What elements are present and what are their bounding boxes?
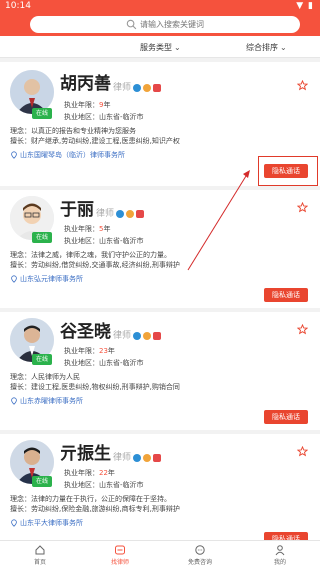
lawyer-idea: 理念：以真正的报告和专业精神为您服务 <box>10 127 136 135</box>
practice-years: 执业年限：23年 <box>64 347 115 355</box>
chevron-down-icon: ⌄ <box>174 43 181 52</box>
practice-years: 执业年限：9年 <box>64 101 111 109</box>
star-icon[interactable] <box>297 202 308 213</box>
location-pin-icon <box>11 151 17 159</box>
sort-filter[interactable]: 综合排序 ⌄ <box>246 42 287 53</box>
private-call-button[interactable]: 隐私通话 <box>264 410 308 424</box>
practice-years: 执业年限：22年 <box>64 469 115 477</box>
private-call-button[interactable]: 隐私通话 <box>264 532 308 540</box>
practice-region: 执业地区：山东省-临沂市 <box>64 481 144 489</box>
medal-icon <box>143 332 152 340</box>
verified-icon <box>133 454 142 462</box>
tab-home[interactable]: 首页 <box>0 541 80 568</box>
tab-mine[interactable]: 我的 <box>240 541 320 568</box>
lawyer-card[interactable]: 在线 于丽 律师 执业年限：5年 执业地区：山东省-临沂市 理念：法律之威，律师… <box>0 190 320 308</box>
honor-icon <box>153 332 162 340</box>
chat-icon <box>195 545 205 555</box>
practice-years: 执业年限：5年 <box>64 225 111 233</box>
online-badge: 在线 <box>32 108 52 119</box>
user-icon <box>275 545 285 556</box>
lawyer-idea: 理念：法律的力量在于执行，公正的保障在于坚持。 <box>10 495 171 503</box>
lawyer-expertise: 擅长：劳动纠纷,借贷纠纷,交通事故,经济纠纷,刑事辩护 <box>10 261 180 269</box>
firm-link[interactable]: 山东国曜琴岛（临沂）律师事务所 <box>10 150 125 160</box>
highlight-box <box>258 156 318 186</box>
online-badge: 在线 <box>32 232 52 243</box>
bottom-tab-bar: 首页 找律师 免费咨询 我的 <box>0 540 320 568</box>
location-pin-icon <box>11 397 17 405</box>
status-icons: ▼ ▮ <box>296 1 314 11</box>
lawyer-expertise: 擅长：劳动纠纷,保险金融,旅游纠纷,商标专利,刑事辩护 <box>10 505 180 513</box>
filter-bar: 服务类型 ⌄ 综合排序 ⌄ <box>0 36 320 58</box>
location-pin-icon <box>11 519 17 527</box>
star-icon[interactable] <box>297 446 308 457</box>
lawyer-name: 谷圣晓 <box>60 322 111 342</box>
name-row: 胡丙善 律师 <box>60 74 162 94</box>
lawyer-name: 于丽 <box>60 200 94 220</box>
lawyer-title: 律师 <box>113 83 132 93</box>
firm-link[interactable]: 山东弘元律师事务所 <box>10 274 83 284</box>
private-call-button[interactable]: 隐私通话 <box>264 288 308 302</box>
home-icon <box>35 545 45 555</box>
practice-region: 执业地区：山东省-临沂市 <box>64 237 144 245</box>
service-type-label: 服务类型 <box>140 43 172 52</box>
lawyer-list: 在线 胡丙善 律师 执业年限：9年 执业地区：山东省-临沂市 理念：以真正的报告… <box>0 58 320 540</box>
lawyer-idea: 理念：人民律师为人民 <box>10 373 80 381</box>
location-pin-icon <box>11 275 17 283</box>
lawyer-card[interactable]: 在线 亓振生 律师 执业年限：22年 执业地区：山东省-临沂市 理念：法律的力量… <box>0 434 320 540</box>
lawyer-idea: 理念：法律之威，律师之魂，我们守护公正的力量。 <box>10 251 171 259</box>
medal-icon <box>143 454 152 462</box>
star-icon[interactable] <box>297 324 308 335</box>
online-badge: 在线 <box>32 476 52 487</box>
header <box>0 14 320 36</box>
firm-link[interactable]: 山东赤曜律师事务所 <box>10 396 83 406</box>
name-row: 亓振生 律师 <box>60 444 162 464</box>
verified-icon <box>133 84 142 92</box>
lawyer-icon <box>115 545 125 555</box>
name-row: 于丽 律师 <box>60 200 145 220</box>
lawyer-title: 律师 <box>113 453 132 463</box>
status-bar: 10:14 ▼ ▮ <box>0 0 320 14</box>
sort-label: 综合排序 <box>246 43 278 52</box>
honor-icon <box>136 210 145 218</box>
tab-find-lawyer[interactable]: 找律师 <box>80 541 160 568</box>
lawyer-title: 律师 <box>96 209 115 219</box>
search-box[interactable] <box>30 16 300 33</box>
practice-region: 执业地区：山东省-临沂市 <box>64 113 144 121</box>
search-icon <box>126 19 137 30</box>
honor-icon <box>153 84 162 92</box>
lawyer-name: 胡丙善 <box>60 74 111 94</box>
service-type-filter[interactable]: 服务类型 ⌄ <box>140 42 181 53</box>
honor-icon <box>153 454 162 462</box>
firm-link[interactable]: 山东平大律师事务所 <box>10 518 83 528</box>
medal-icon <box>126 210 135 218</box>
search-input[interactable] <box>140 17 290 32</box>
online-badge: 在线 <box>32 354 52 365</box>
verified-icon <box>116 210 125 218</box>
tab-free-consult[interactable]: 免费咨询 <box>160 541 240 568</box>
name-row: 谷圣晓 律师 <box>60 322 162 342</box>
lawyer-card[interactable]: 在线 胡丙善 律师 执业年限：9年 执业地区：山东省-临沂市 理念：以真正的报告… <box>0 62 320 186</box>
star-icon[interactable] <box>297 80 308 91</box>
medal-icon <box>143 84 152 92</box>
chevron-down-icon: ⌄ <box>280 43 287 52</box>
lawyer-expertise: 擅长：建设工程,医患纠纷,物权纠纷,刑事辩护,购销合同 <box>10 383 180 391</box>
lawyer-title: 律师 <box>113 331 132 341</box>
verified-icon <box>133 332 142 340</box>
lawyer-expertise: 擅长：财产继承,劳动纠纷,建设工程,医患纠纷,知识产权 <box>10 137 180 145</box>
status-time: 10:14 <box>5 1 31 11</box>
practice-region: 执业地区：山东省-临沂市 <box>64 359 144 367</box>
lawyer-card[interactable]: 在线 谷圣晓 律师 执业年限：23年 执业地区：山东省-临沂市 理念：人民律师为… <box>0 312 320 430</box>
lawyer-name: 亓振生 <box>60 444 111 464</box>
